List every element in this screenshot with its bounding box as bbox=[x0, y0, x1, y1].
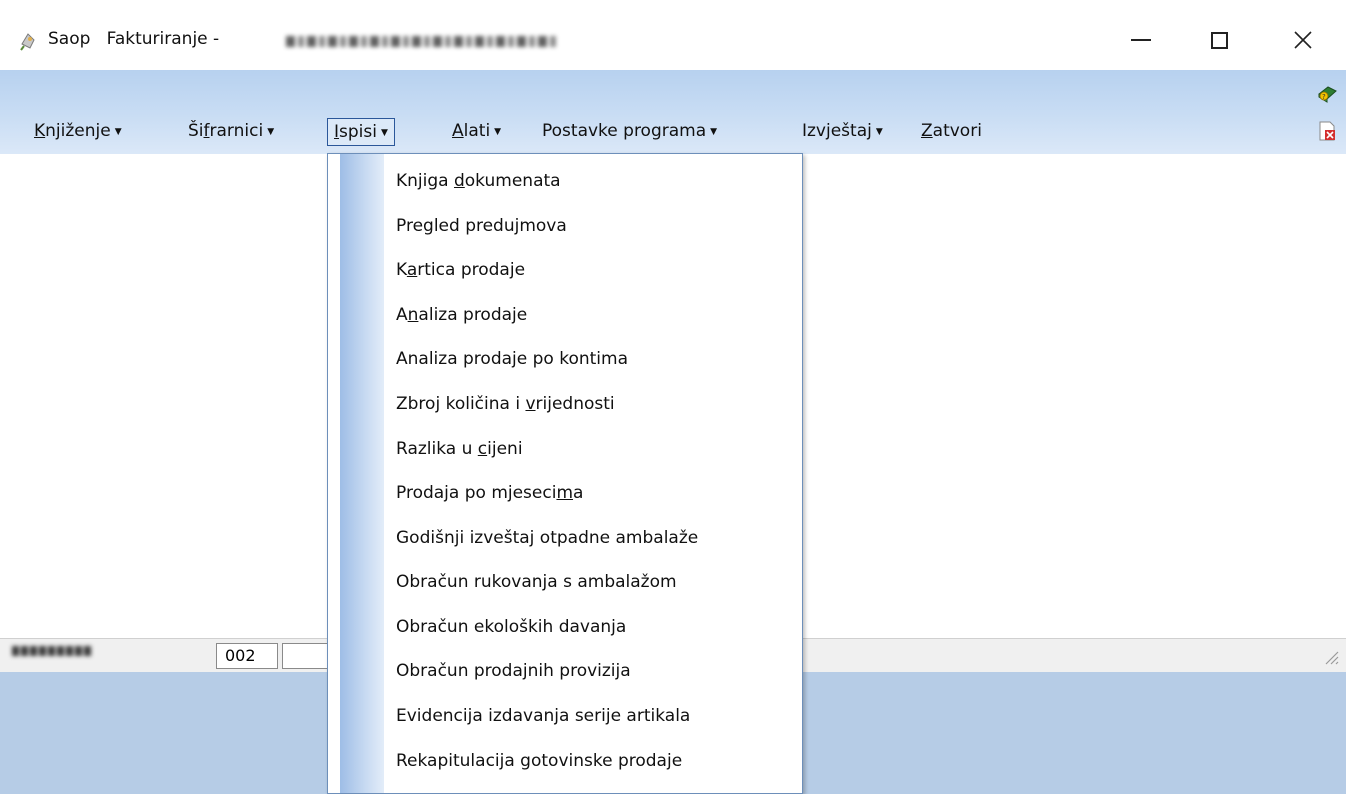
minimize-button[interactable] bbox=[1118, 18, 1164, 62]
help-book-icon[interactable]: ? bbox=[1316, 82, 1338, 104]
menu-label-pre: Ši bbox=[188, 121, 204, 141]
item-label-pre: K bbox=[396, 260, 407, 280]
item-label-post: ijeni bbox=[487, 439, 523, 459]
dropdown-arrow-icon: ▼ bbox=[114, 127, 122, 137]
item-label-post: a bbox=[573, 483, 584, 503]
menu-item-evidencija-izdavanja[interactable]: Evidencija izdavanja serije artikala bbox=[396, 701, 690, 731]
menu-item-godisnji-izvestaj[interactable]: Godišnji izveštaj otpadne ambalaže bbox=[396, 523, 698, 553]
menu-item-kartica-prodaje[interactable]: Kartica prodaje bbox=[396, 255, 525, 285]
menu-item-analiza-prodaje[interactable]: Analiza prodaje bbox=[396, 300, 527, 330]
item-label-post: aliza prodaje bbox=[418, 305, 528, 325]
menu-knjizenje[interactable]: Knjiženje ▼ bbox=[28, 118, 128, 146]
menu-zatvori[interactable]: Zatvori bbox=[915, 118, 988, 146]
svg-text:?: ? bbox=[1322, 93, 1326, 101]
saop-app-icon[interactable] bbox=[18, 30, 40, 52]
menu-item-obracun-prodajnih-provizija[interactable]: Obračun prodajnih provizija bbox=[396, 656, 631, 686]
ispisi-dropdown-menu: Knjiga dokumenata Pregled predujmova Kar… bbox=[327, 153, 803, 794]
item-label-pre: Razlika u bbox=[396, 439, 478, 459]
item-label-pre: Godišnji izveštaj otpadne ambalaže bbox=[396, 528, 699, 548]
item-accelerator: n bbox=[407, 305, 419, 325]
item-label-post: rijednosti bbox=[535, 394, 615, 414]
menu-item-rekapitulacija-gotovinske-prodaje[interactable]: Rekapitulacija gotovinske prodaje bbox=[396, 746, 682, 776]
minimize-icon bbox=[1131, 39, 1151, 41]
window-title: Saop Fakturiranje - bbox=[48, 29, 219, 49]
item-label-pre: Obračun prodajnih provizija bbox=[396, 661, 631, 681]
menu-postavke-programa[interactable]: Postavke programa ▼ bbox=[536, 118, 723, 146]
menu-accelerator: Z bbox=[921, 121, 933, 141]
dropdown-arrow-icon: ▼ bbox=[494, 127, 502, 137]
item-label-pre: Obračun rukovanja s ambalažom bbox=[396, 572, 677, 592]
menu-label-post: spisi bbox=[339, 122, 377, 142]
item-accelerator: v bbox=[525, 394, 536, 414]
app-name: Saop bbox=[48, 29, 91, 49]
maximize-button[interactable] bbox=[1196, 18, 1242, 62]
dropdown-arrow-icon: ▼ bbox=[380, 128, 388, 138]
menu-item-razlika-u-cijeni[interactable]: Razlika u cijeni bbox=[396, 434, 523, 464]
menu-izvjestaj[interactable]: Izvještaj ▼ bbox=[796, 118, 889, 146]
menu-gutter bbox=[340, 154, 384, 793]
menu-label-post: njiženje bbox=[45, 121, 111, 141]
item-accelerator: m bbox=[556, 483, 574, 503]
menu-sifrarnici[interactable]: Šifrarnici ▼ bbox=[182, 118, 280, 146]
item-label-pre: Knjiga bbox=[396, 171, 454, 191]
item-label-pre: A bbox=[396, 305, 408, 325]
item-accelerator: d bbox=[453, 171, 465, 191]
window-title-text: Fakturiranje - bbox=[106, 29, 220, 49]
company-name-redacted bbox=[286, 36, 556, 47]
close-button[interactable] bbox=[1280, 18, 1326, 62]
menu-ispisi[interactable]: Ispisi ▼ bbox=[327, 118, 395, 146]
dropdown-arrow-icon: ▼ bbox=[710, 127, 718, 137]
item-label-pre: Evidencija izdavanja serije artikala bbox=[396, 706, 691, 726]
menu-accelerator: K bbox=[34, 121, 46, 141]
menu-item-analiza-prodaje-po-kontima[interactable]: Analiza prodaje po kontima bbox=[396, 344, 628, 374]
item-accelerator: c bbox=[477, 439, 488, 459]
menu-alati[interactable]: Alati ▼ bbox=[446, 118, 507, 146]
exit-document-icon[interactable] bbox=[1316, 120, 1338, 142]
item-accelerator: a bbox=[406, 260, 418, 280]
menu-label-pre: Postavke programa bbox=[542, 121, 707, 141]
menu-item-pregled-predujmova[interactable]: Pregled predujmova bbox=[396, 211, 567, 241]
item-label-pre: Zbroj količina i bbox=[396, 394, 526, 414]
menu-label-post: rarnici bbox=[209, 121, 264, 141]
item-label-post: rtica prodaje bbox=[417, 260, 526, 280]
maximize-icon bbox=[1210, 31, 1228, 49]
dropdown-arrow-icon: ▼ bbox=[267, 127, 275, 137]
menu-item-obracun-ekoloskih-davanja[interactable]: Obračun ekoloških davanja bbox=[396, 612, 626, 642]
menu-item-obracun-rukovanja[interactable]: Obračun rukovanja s ambalažom bbox=[396, 567, 677, 597]
item-label-pre: Analiza prodaje po kontima bbox=[396, 349, 628, 369]
status-code-field: 002 bbox=[216, 643, 278, 669]
menu-item-knjiga-dokumenata[interactable]: Knjiga dokumenata bbox=[396, 166, 561, 196]
title-bar: Saop Fakturiranje - bbox=[0, 0, 1346, 70]
menu-label-pre: Izvještaj bbox=[802, 121, 872, 141]
status-field-2 bbox=[282, 643, 330, 669]
menu-label-post: atvori bbox=[932, 121, 982, 141]
resize-grip-icon[interactable] bbox=[1320, 646, 1340, 666]
menu-accelerator: A bbox=[452, 121, 464, 141]
close-icon bbox=[1294, 31, 1312, 49]
menu-label-post: lati bbox=[463, 121, 491, 141]
dropdown-arrow-icon: ▼ bbox=[875, 127, 883, 137]
item-label-pre: Obračun ekoloških davanja bbox=[396, 617, 627, 637]
item-label-pre: Pregled predujmova bbox=[396, 216, 567, 236]
menu-item-zbroj-kolicina[interactable]: Zbroj količina i vrijednosti bbox=[396, 389, 615, 419]
status-user-redacted bbox=[12, 646, 92, 656]
item-label-pre: Rekapitulacija gotovinske prodaje bbox=[396, 751, 683, 771]
item-label-pre: Prodaja po mjeseci bbox=[396, 483, 557, 503]
menu-item-prodaja-po-mjesecima[interactable]: Prodaja po mjesecima bbox=[396, 478, 583, 508]
item-label-post: okumenata bbox=[464, 171, 561, 191]
